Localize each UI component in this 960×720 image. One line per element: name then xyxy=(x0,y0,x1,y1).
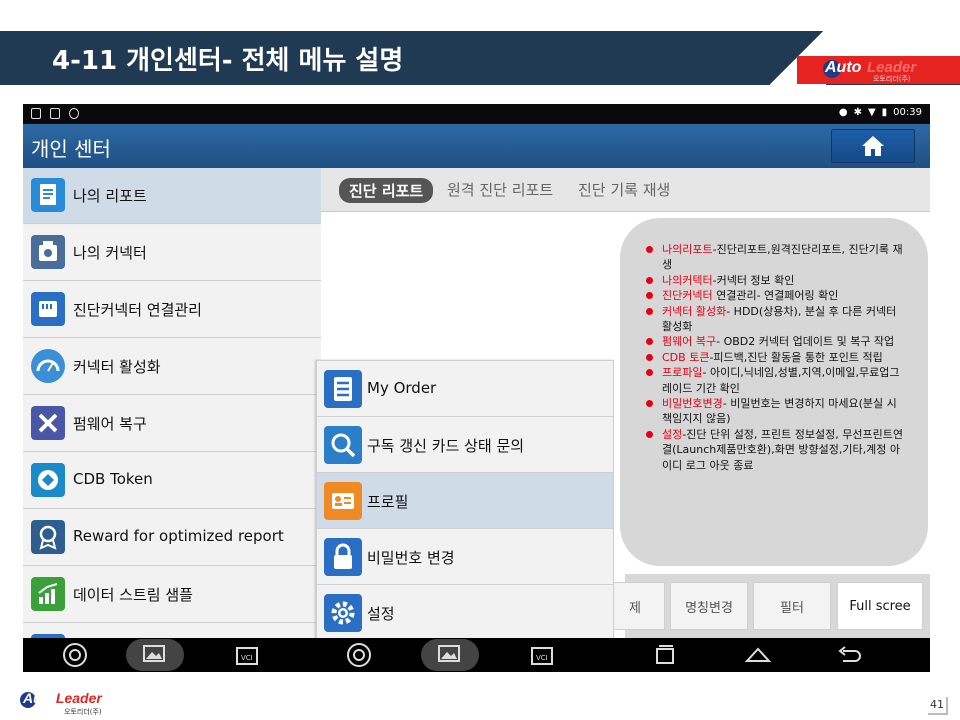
callout-item: 나의커텍터-커넥터 정보 확인 xyxy=(646,273,908,288)
home-icon xyxy=(862,136,884,156)
popup-item-profile[interactable]: 프로필 xyxy=(317,473,613,529)
gauge-icon xyxy=(31,349,65,383)
bluetooth-icon: ✱ xyxy=(853,107,862,118)
report-tabs: 진단 리포트 원격 진단 리포트 진단 기록 재생 xyxy=(321,168,930,212)
home-nav-icon[interactable] xyxy=(744,641,772,669)
callout-item: 비밀번호변경- 비밀번호는 변경하지 마세요(분실 시 책임지지 않음) xyxy=(646,396,908,427)
popup-item-change-password[interactable]: 비밀번호 변경 xyxy=(317,529,613,585)
sd-card-icon xyxy=(31,292,65,326)
callout-item: 설정-진단 단위 설정, 프린트 정보설정, 무선프린트연결(Launch제품만… xyxy=(646,427,908,473)
personal-center-popup: My Order 구독 갱신 카드 상태 문의 프로필 비밀번호 변경 설정 xyxy=(316,360,614,642)
screenshot-icon-2[interactable] xyxy=(436,641,464,669)
popup-item-subscription[interactable]: 구독 갱신 카드 상태 문의 xyxy=(317,417,613,473)
autoleader-logo-top: Auto Leader 오토리더(주) xyxy=(797,56,960,84)
chrome-icon-2[interactable] xyxy=(345,641,373,669)
connector-icon xyxy=(31,235,65,269)
search-icon xyxy=(324,426,362,464)
left-menu: 나의 리포트 나의 커넥터 진단커넥터 연결관리 커넥터 활성화 펌웨어 복구 xyxy=(23,168,321,672)
menu-item-connector-activation[interactable]: 커넥터 활성화 xyxy=(23,339,321,395)
menu-item-cdb-token[interactable]: CDB Token xyxy=(23,453,321,509)
vci-icon-2[interactable]: VCI xyxy=(528,641,556,669)
callout-item: 프로파일- 아이디,닉네임,성별,지역,이메일,무료업그레이드 기간 확인 xyxy=(646,365,908,396)
image-notification-icon xyxy=(31,108,41,119)
recent-apps-icon[interactable] xyxy=(651,641,679,669)
slide-title: 4-11 개인센터- 전체 메뉴 설명 xyxy=(52,46,404,76)
callout-item: CDB 토큰-피드백,진단 활동을 통한 포인트 적립 xyxy=(646,350,908,365)
menu-item-firmware-recovery[interactable]: 펌웨어 복구 xyxy=(23,396,321,452)
fullscreen-button[interactable]: Full scree xyxy=(837,582,923,630)
tab-diagnostic-report[interactable]: 진단 리포트 xyxy=(339,178,434,203)
delete-button[interactable]: 제 xyxy=(605,582,665,630)
menu-item-my-connector[interactable]: 나의 커넥터 xyxy=(23,225,321,281)
wifi-icon: ▼ xyxy=(867,107,876,118)
autoleader-logo-bottom: AutoLeader 오토리더(주) xyxy=(20,690,110,716)
app-bar: 개인 센터 xyxy=(23,124,930,168)
location-icon: ● xyxy=(838,107,848,118)
android-nav-bar: VCI VCI xyxy=(23,638,930,672)
callout-item: 나의리포트-진단리포트,원격진단리포트, 진단기록 재생 xyxy=(646,242,908,273)
filter-button[interactable]: 필터 xyxy=(753,582,831,630)
profile-icon xyxy=(324,482,362,520)
token-icon xyxy=(31,463,65,497)
callout-item: 커넥터 활성화- HDD(상용차), 분실 후 다른 커넥터 활성화 xyxy=(646,304,908,335)
tab-playback[interactable]: 진단 기록 재생 xyxy=(578,179,670,200)
report-icon xyxy=(31,178,65,212)
order-icon xyxy=(324,370,362,408)
sd-notification-icon xyxy=(50,108,60,119)
menu-item-reward[interactable]: Reward for optimized report xyxy=(23,510,321,566)
menu-item-connector-management[interactable]: 진단커넥터 연결관리 xyxy=(23,282,321,338)
chart-icon xyxy=(31,577,65,611)
battery-icon: ▮ xyxy=(881,107,888,118)
callout-item: 펌웨어 복구- OBD2 커넥터 업데이트 및 복구 작업 xyxy=(646,334,908,349)
popup-item-settings[interactable]: 설정 xyxy=(317,585,613,641)
vci-icon[interactable]: VCI xyxy=(233,641,261,669)
back-icon[interactable] xyxy=(835,641,863,669)
status-time: 00:39 xyxy=(893,107,922,118)
lock-icon xyxy=(324,538,362,576)
home-button[interactable] xyxy=(831,129,915,163)
page-number: 41 xyxy=(928,697,948,715)
page-title: 개인 센터 xyxy=(31,137,111,161)
tab-remote-report[interactable]: 원격 진단 리포트 xyxy=(447,179,553,200)
popup-item-my-order[interactable]: My Order xyxy=(317,361,613,417)
svg-text:VCI: VCI xyxy=(241,654,253,662)
menu-description-callout: 나의리포트-진단리포트,원격진단리포트, 진단기록 재생 나의커텍터-커넥터 정… xyxy=(620,218,928,566)
chrome-icon[interactable] xyxy=(61,641,89,669)
callout-item: 진단커넥터 연결관리- 연결페어링 확인 xyxy=(646,288,908,303)
menu-item-my-report[interactable]: 나의 리포트 xyxy=(23,168,321,224)
rename-button[interactable]: 명칭변경 xyxy=(670,582,748,630)
award-icon xyxy=(31,520,65,554)
status-bar: ● ✱ ▼ ▮ 00:39 xyxy=(23,104,930,124)
settings-notification-icon xyxy=(69,108,79,119)
bottom-actions: 제 명칭변경 필터 Full scree xyxy=(605,574,930,638)
menu-item-data-stream[interactable]: 데이터 스트림 샘플 xyxy=(23,567,321,623)
screenshot-icon[interactable] xyxy=(141,641,169,669)
svg-text:VCI: VCI xyxy=(536,654,548,662)
tools-icon xyxy=(31,406,65,440)
gear-icon xyxy=(324,594,362,632)
